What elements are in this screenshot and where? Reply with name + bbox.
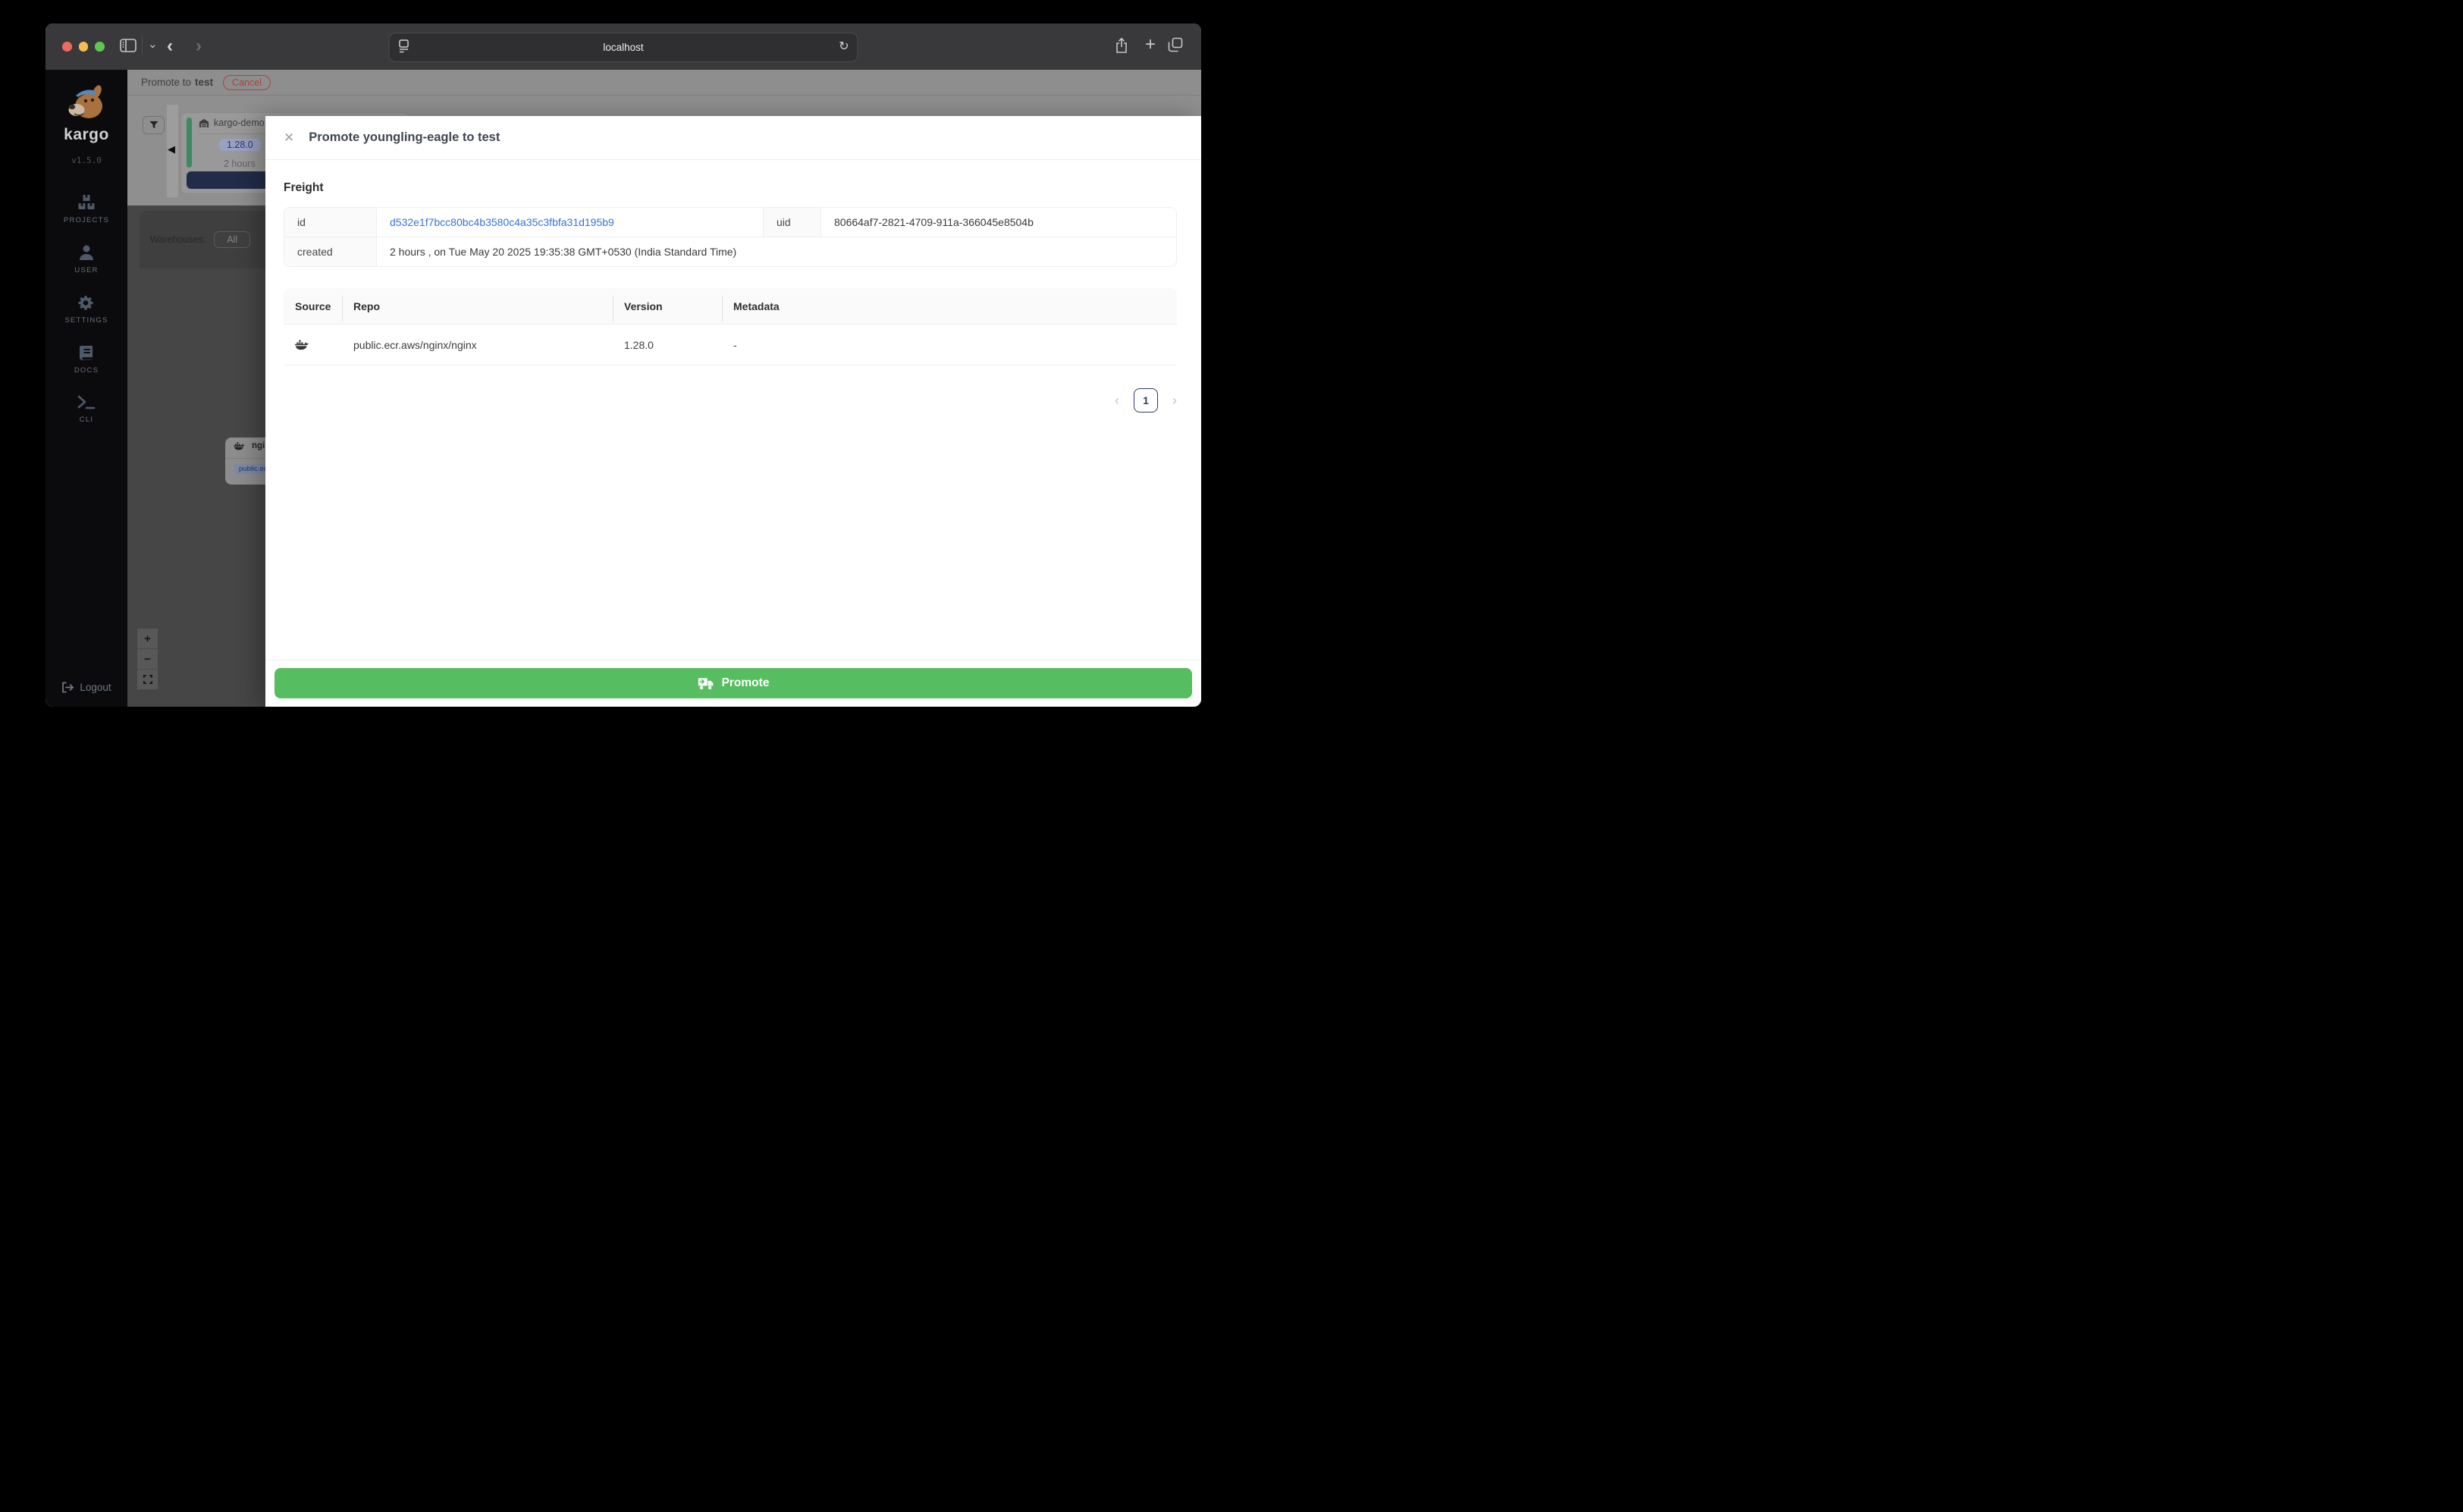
promote-mode-bar: Promote to test Cancel (127, 70, 1201, 96)
filter-funnel-icon (149, 121, 158, 130)
modal-title: Promote youngling-eagle to test (309, 130, 500, 144)
modal-footer: Promote (265, 660, 1201, 707)
sidebar-item-label: CLI (79, 416, 94, 424)
warehouses-select[interactable]: All (214, 231, 251, 248)
warehouses-label: Warehouses: (150, 234, 206, 245)
cancel-button[interactable]: Cancel (223, 74, 271, 90)
sidebar-toggle-icon[interactable] (120, 39, 136, 52)
warehouse-icon (199, 118, 209, 128)
kargo-logo[interactable] (64, 83, 109, 124)
freight-created-label: created (284, 237, 377, 266)
freight-version-badge[interactable]: 1.28.0 (219, 139, 261, 151)
freight-health-bar (187, 118, 192, 168)
settings-gear-icon (77, 294, 95, 312)
minimize-window-button[interactable] (78, 42, 88, 52)
logout-label: Logout (80, 682, 111, 693)
browser-toolbar: ⌄ ‹ › localhost ↻ + (45, 24, 1201, 70)
zoom-in-button[interactable]: + (137, 629, 158, 649)
modal-body: Freight id d532e1f7bcc80bc4b3580c4a35c3f… (265, 160, 1201, 660)
sidebar-item-user[interactable]: USER (74, 244, 98, 274)
canvas-zoom-controls: + − (137, 629, 158, 690)
version-cell: 1.28.0 (624, 338, 654, 351)
source-cell (284, 339, 342, 350)
share-icon[interactable] (1115, 37, 1128, 54)
truck-icon (698, 677, 714, 690)
modal-header: ✕ Promote youngling-eagle to test (265, 116, 1201, 160)
pagination-next-icon[interactable]: › (1172, 394, 1177, 407)
kargo-sidebar: kargo v1.5.0 PROJECTS USER SETTINGS DOCS… (45, 70, 127, 707)
chevron-down-icon[interactable]: ⌄ (148, 37, 158, 51)
logout-button[interactable]: Logout (45, 682, 127, 693)
sidebar-item-label: SETTINGS (64, 316, 108, 325)
sidebar-item-label: USER (74, 266, 99, 274)
promote-mode-text: Promote to (141, 77, 192, 88)
promote-modal: ✕ Promote youngling-eagle to test Freigh… (265, 116, 1201, 707)
collapse-column-icon[interactable]: ◀ (168, 143, 175, 155)
freight-age-text: 2 hours (224, 158, 256, 169)
close-window-button[interactable] (62, 42, 72, 52)
user-icon (78, 244, 95, 262)
projects-boxes-icon (77, 194, 96, 212)
sources-table: Source Repo Version Metadata public.ecr.… (284, 288, 1177, 365)
tab-overview-icon[interactable] (1168, 37, 1183, 52)
sidebar-item-docs[interactable]: DOCS (74, 344, 99, 375)
promote-stage-name: test (195, 77, 214, 88)
header-divider (342, 295, 343, 322)
column-header-repo: Repo (342, 295, 613, 322)
pagination: ‹ 1 › (284, 388, 1177, 413)
url-text: localhost (603, 42, 644, 53)
sidebar-item-settings[interactable]: SETTINGS (64, 294, 108, 325)
docs-book-icon (78, 344, 95, 362)
sources-table-header: Source Repo Version Metadata (284, 288, 1177, 325)
repo-cell: public.ecr.aws/nginx/nginx (353, 338, 477, 351)
sidebar-item-cli[interactable]: CLI (77, 394, 96, 424)
reload-icon[interactable]: ↻ (839, 39, 849, 54)
freight-created-value: 2 hours , on Tue May 20 2025 19:35:38 GM… (377, 237, 1176, 266)
window-controls (62, 42, 105, 52)
logout-icon (61, 682, 74, 693)
zoom-out-button[interactable]: − (137, 649, 158, 670)
promote-button-label: Promote (721, 676, 770, 689)
promote-button[interactable]: Promote (275, 668, 1192, 698)
app-frame: kargo v1.5.0 PROJECTS USER SETTINGS DOCS… (45, 70, 1201, 707)
forward-button[interactable]: › (196, 37, 202, 55)
toolbar-divider (142, 36, 143, 57)
freight-uid-label: uid (764, 208, 821, 237)
metadata-cell: - (733, 338, 737, 351)
docker-icon (234, 441, 245, 450)
table-row[interactable]: public.ecr.aws/nginx/nginx 1.28.0 - (284, 325, 1177, 365)
freight-heading: Freight (284, 181, 324, 194)
column-header-metadata: Metadata (722, 295, 1177, 322)
column-header-version: Version (613, 295, 722, 322)
warehouse-card-title: kargo-demo (214, 118, 265, 128)
column-header-source: Source (295, 300, 331, 312)
page-settings-icon[interactable] (398, 39, 410, 54)
pagination-prev-icon[interactable]: ‹ (1115, 394, 1119, 407)
pagination-page-1[interactable]: 1 (1134, 388, 1158, 413)
new-tab-button[interactable]: + (1145, 34, 1156, 55)
zoom-window-button[interactable] (95, 42, 105, 52)
back-button[interactable]: ‹ (167, 37, 173, 55)
address-bar[interactable]: localhost ↻ (388, 33, 858, 62)
docker-icon (295, 339, 342, 350)
close-icon[interactable]: ✕ (284, 130, 294, 146)
warehouse-card-header: kargo-demo (199, 118, 265, 128)
sidebar-nav: PROJECTS USER SETTINGS DOCS CLI (64, 194, 109, 424)
filter-button[interactable] (143, 116, 165, 134)
sidebar-item-label: DOCS (74, 366, 99, 375)
freight-id-label: id (284, 208, 377, 237)
freight-descriptions-table: id d532e1f7bcc80bc4b3580c4a35c3fbfa31d19… (284, 207, 1177, 267)
app-version: v1.5.0 (71, 155, 102, 165)
freight-uid-value: 80664af7-2821-4709-911a-366045e8504b (834, 216, 1034, 228)
browser-window: ⌄ ‹ › localhost ↻ + kargo v1.5.0 PROJECT… (45, 24, 1201, 707)
cli-terminal-icon (77, 394, 96, 411)
fullscreen-brackets-icon (143, 675, 152, 684)
fit-view-button[interactable] (137, 670, 158, 690)
sidebar-item-label: PROJECTS (63, 216, 110, 224)
kargo-wordmark: kargo (64, 126, 109, 143)
freight-id-link[interactable]: d532e1f7bcc80bc4b3580c4a35c3fbfa31d195b9 (377, 208, 764, 237)
sidebar-item-projects[interactable]: PROJECTS (64, 194, 109, 224)
screen: ⌄ ‹ › localhost ↻ + kargo v1.5.0 PROJECT… (0, 0, 1232, 756)
header-divider (722, 295, 723, 322)
